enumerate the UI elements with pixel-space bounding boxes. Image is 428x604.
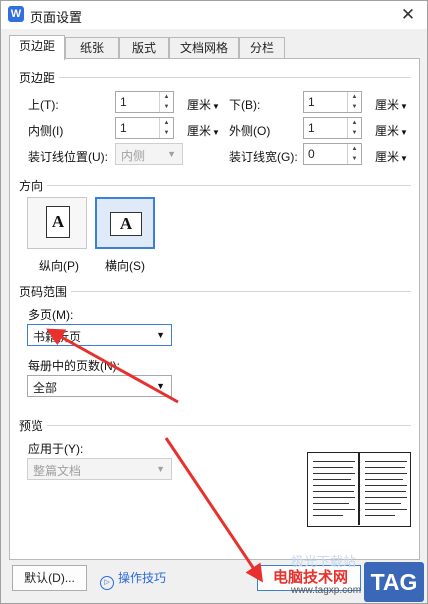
multiple-pages-value: 书籍折页	[33, 330, 82, 344]
portrait-label[interactable]: 纵向(P)	[39, 257, 79, 274]
portrait-option[interactable]: A	[27, 197, 87, 249]
pages-per-booklet-select[interactable]: 全部 ▼	[27, 375, 172, 397]
multiple-pages-select[interactable]: 书籍折页 ▼	[27, 324, 172, 346]
watermark-url: www.tagxp.com	[291, 585, 362, 596]
gutter-position-label: 装订线位置(U):	[28, 150, 108, 164]
watermark-tag-logo: TAG	[364, 562, 424, 602]
dropdown-arrow-icon: ▼	[167, 149, 176, 159]
dropdown-arrow-icon: ▼	[156, 381, 165, 391]
landscape-label[interactable]: 横向(S)	[105, 257, 145, 274]
booklet-preview-image	[307, 452, 411, 527]
bottom-margin-value: 1	[308, 95, 315, 109]
tab-panel: 页边距 上(T): 1 ▲ ▼ 厘米▼ 下(B): 1 ▲ ▼ 厘米▼ 内侧(I) …	[9, 58, 420, 560]
default-button[interactable]: 默认(D)...	[12, 565, 87, 591]
spin-down-icon[interactable]: ▼	[348, 154, 361, 164]
top-margin-spinner[interactable]: 1 ▲ ▼	[115, 91, 174, 113]
tab-columns[interactable]: 分栏	[239, 37, 285, 59]
top-margin-label: 上(T):	[28, 98, 59, 112]
inside-margin-unit[interactable]: 厘米▼	[187, 122, 220, 139]
pages-per-booklet-value: 全部	[33, 381, 58, 395]
inside-margin-spinner[interactable]: 1 ▲ ▼	[115, 117, 174, 139]
unit-label: 厘米	[375, 98, 400, 112]
outside-margin-unit[interactable]: 厘米▼	[375, 122, 408, 139]
margins-section-title: 页边距	[19, 71, 56, 85]
bottom-margin-unit[interactable]: 厘米▼	[375, 96, 408, 113]
caret-down-icon: ▼	[400, 128, 408, 137]
pages-per-booklet-label: 每册中的页数(N):	[28, 359, 120, 373]
margins-divider	[59, 77, 411, 78]
apply-to-select[interactable]: 整篇文档 ▼	[27, 458, 172, 480]
caret-down-icon: ▼	[400, 154, 408, 163]
caret-down-icon: ▼	[212, 128, 220, 137]
top-margin-unit[interactable]: 厘米▼	[187, 96, 220, 113]
preview-divider	[47, 425, 411, 426]
spin-up-icon[interactable]: ▲	[160, 92, 173, 102]
preview-left-page	[311, 457, 357, 522]
top-margin-value: 1	[120, 95, 127, 109]
unit-label: 厘米	[187, 124, 212, 138]
dropdown-arrow-icon: ▼	[156, 330, 165, 340]
orientation-section-title: 方向	[19, 179, 44, 193]
spin-up-icon[interactable]: ▲	[160, 118, 173, 128]
spin-up-icon[interactable]: ▲	[348, 118, 361, 128]
apply-to-label: 应用于(Y):	[28, 442, 84, 456]
gutter-width-value: 0	[308, 147, 315, 161]
portrait-page-icon: A	[46, 206, 70, 238]
page-range-section-title: 页码范围	[19, 285, 68, 299]
spin-up-icon[interactable]: ▲	[348, 144, 361, 154]
landscape-page-icon: A	[110, 212, 142, 236]
page-range-divider	[71, 291, 411, 292]
outside-margin-label: 外侧(O)	[229, 124, 271, 138]
close-button[interactable]: ✕	[395, 3, 421, 27]
preview-right-page	[363, 457, 409, 522]
operation-tips-label: 操作技巧	[118, 571, 167, 585]
wps-app-icon: W	[8, 6, 24, 22]
gutter-width-unit[interactable]: 厘米▼	[375, 148, 408, 165]
bottom-margin-spinner[interactable]: 1 ▲ ▼	[303, 91, 362, 113]
dropdown-arrow-icon: ▼	[156, 464, 165, 474]
title-bar: W 页面设置 ✕	[1, 1, 427, 29]
spin-up-icon[interactable]: ▲	[348, 92, 361, 102]
multiple-pages-label: 多页(M):	[28, 308, 74, 322]
inside-margin-value: 1	[120, 121, 127, 135]
watermark-site-name: 电脑技术网	[273, 569, 349, 586]
spin-down-icon[interactable]: ▼	[348, 128, 361, 138]
caret-down-icon: ▼	[212, 102, 220, 111]
unit-label: 厘米	[187, 98, 212, 112]
caret-down-icon: ▼	[400, 102, 408, 111]
play-icon: ▷	[100, 576, 114, 590]
spin-down-icon[interactable]: ▼	[160, 102, 173, 112]
spin-down-icon[interactable]: ▼	[348, 102, 361, 112]
gutter-position-select[interactable]: 内侧 ▼	[115, 143, 183, 165]
outside-margin-value: 1	[308, 121, 315, 135]
page-setup-dialog: W 页面设置 ✕ 页边距 纸张 版式 文档网格 分栏 页边距 上(T): 1 ▲…	[0, 0, 428, 604]
outside-margin-spinner[interactable]: 1 ▲ ▼	[303, 117, 362, 139]
bottom-margin-label: 下(B):	[229, 98, 261, 112]
landscape-option[interactable]: A	[95, 197, 155, 249]
unit-label: 厘米	[375, 124, 400, 138]
tab-layout[interactable]: 版式	[119, 37, 169, 59]
tab-margins[interactable]: 页边距	[9, 35, 65, 60]
preview-spine	[358, 453, 360, 525]
preview-section-title: 预览	[19, 419, 44, 433]
spin-down-icon[interactable]: ▼	[160, 128, 173, 138]
gutter-position-value: 内侧	[121, 149, 146, 163]
gutter-width-label: 装订线宽(G):	[229, 150, 298, 164]
inside-margin-label: 内侧(I)	[28, 124, 64, 138]
orientation-divider	[47, 185, 411, 186]
unit-label: 厘米	[375, 150, 400, 164]
gutter-width-spinner[interactable]: 0 ▲ ▼	[303, 143, 362, 165]
operation-tips-link[interactable]: ▷ 操作技巧	[100, 569, 166, 590]
tab-paper[interactable]: 纸张	[65, 37, 119, 59]
dialog-title: 页面设置	[30, 10, 83, 25]
tab-document-grid[interactable]: 文档网格	[169, 37, 239, 59]
apply-to-value: 整篇文档	[33, 464, 82, 478]
